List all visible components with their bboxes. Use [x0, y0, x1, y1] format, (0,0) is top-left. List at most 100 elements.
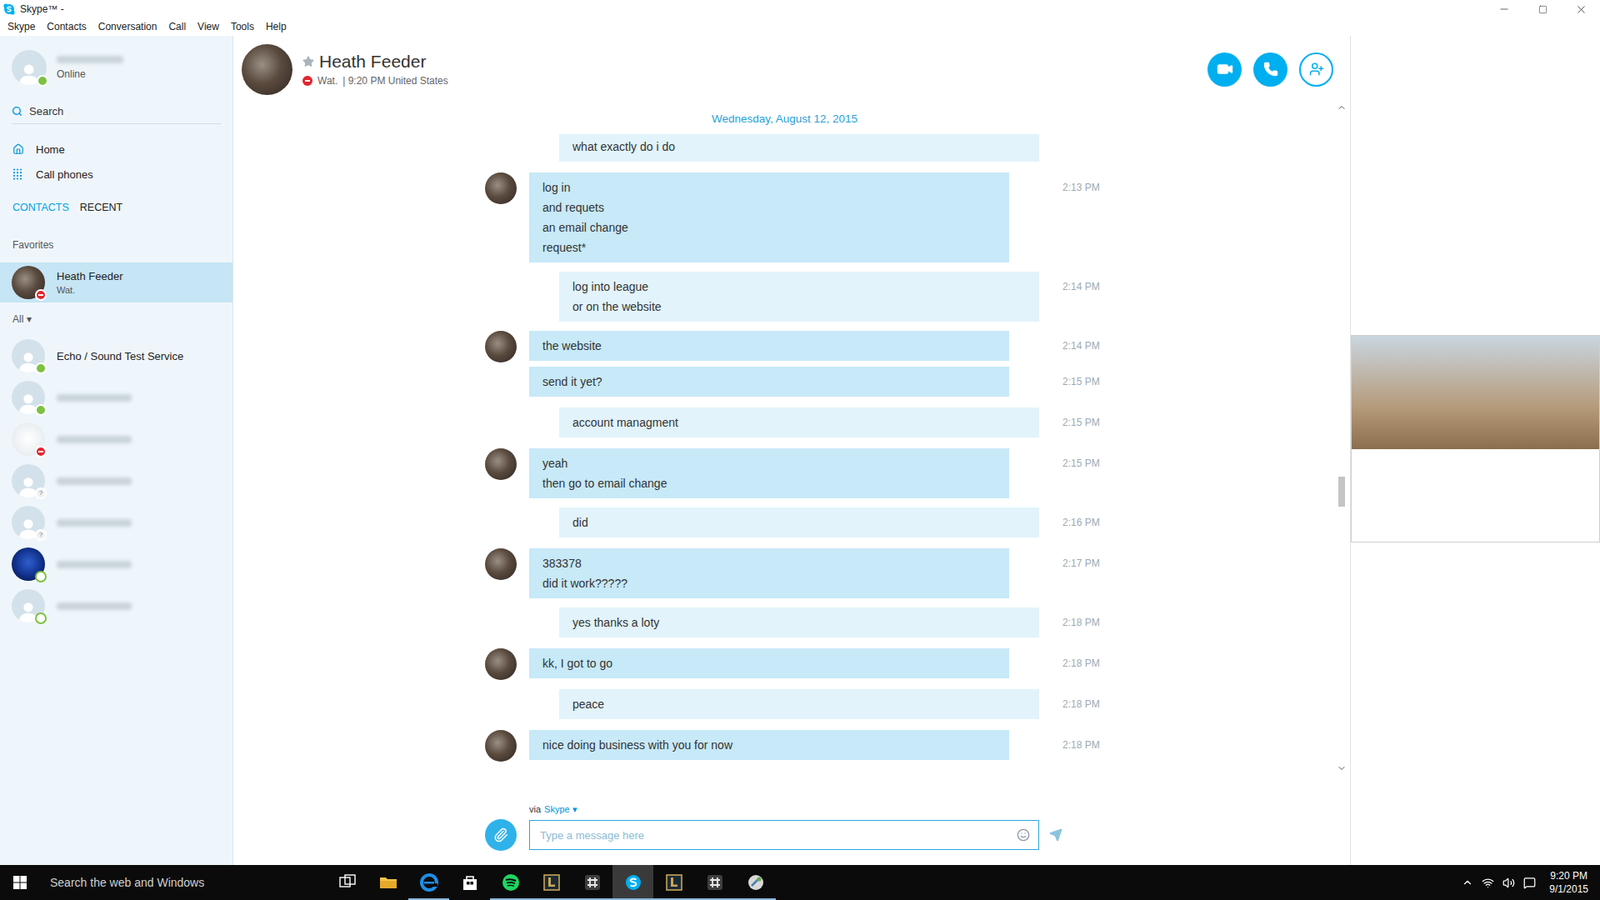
message-time: 2:18 PM — [1062, 689, 1100, 715]
taskbar-app[interactable] — [490, 865, 531, 900]
busy-icon — [302, 75, 313, 86]
add-person-icon — [1309, 61, 1325, 77]
contact-avatar — [11, 265, 45, 300]
nav-item[interactable]: Call phones — [0, 161, 233, 187]
volume-icon — [1502, 876, 1515, 890]
system-tray: 9:20 PM9/1/2015 — [1461, 869, 1600, 896]
incoming-message: send it yet? — [529, 366, 1010, 397]
tab[interactable]: RECENT — [80, 201, 123, 214]
taskbar-app[interactable] — [735, 865, 776, 900]
profile: Online — [0, 35, 233, 100]
contact-name: Echo / Sound Test Service — [56, 350, 184, 363]
taskbar-app[interactable] — [408, 865, 450, 900]
redacted-name — [56, 602, 132, 610]
presence-badge — [35, 362, 47, 375]
contact-row[interactable]: ? — [0, 501, 233, 544]
taskbar-app[interactable] — [367, 865, 409, 900]
message-row: send it yet?2:15 PM — [485, 366, 1336, 399]
store-icon — [460, 872, 480, 893]
attach-button[interactable] — [485, 819, 517, 851]
via-selector[interactable]: viaSkype ▾ — [529, 803, 1350, 815]
contact-avatar — [11, 339, 45, 373]
contact-tabs: CONTACTS RECENT — [0, 195, 233, 220]
message-time: 2:18 PM — [1062, 648, 1100, 674]
video-call-button[interactable] — [1207, 52, 1242, 87]
contact-row[interactable]: ? — [0, 460, 233, 502]
send-icon — [1049, 828, 1063, 842]
taskbar-search[interactable]: Search the web and Windows — [40, 865, 327, 900]
presence-badge — [35, 570, 47, 583]
message-input[interactable]: Type a message here — [529, 820, 1040, 850]
contact-avatar — [11, 547, 45, 581]
message-row: log inand requetsan email changerequest*… — [485, 172, 1336, 263]
taskbar-app[interactable] — [530, 865, 572, 900]
chat-header: Heath FeederWat.| 9:20 PM United States — [233, 35, 1350, 103]
message-row: nice doing business with you for now2:18… — [485, 730, 1336, 762]
presence-badge — [36, 75, 49, 87]
add-people-button[interactable] — [1299, 52, 1334, 87]
taskbar-app[interactable] — [694, 865, 735, 900]
search-field[interactable]: Search — [11, 99, 221, 125]
redacted-name — [56, 55, 124, 64]
send-button[interactable] — [1049, 828, 1063, 842]
message-time: 2:16 PM — [1062, 507, 1100, 533]
contact-list: Echo / Sound Test Service?? — [0, 335, 233, 627]
contact-row[interactable]: Echo / Sound Test Service — [0, 335, 233, 377]
presence-badge — [35, 612, 47, 625]
menu-item[interactable]: Skype — [1, 18, 41, 36]
restore-icon — [1538, 5, 1548, 15]
minimize-button[interactable] — [1485, 0, 1524, 19]
maximize-button[interactable] — [1523, 0, 1562, 19]
incoming-message: the website — [529, 330, 1010, 361]
date-divider: Wednesday, August 12, 2015 — [233, 102, 1336, 135]
start-button[interactable] — [0, 865, 40, 900]
menu-item[interactable]: Tools — [225, 18, 260, 36]
close-button[interactable] — [1561, 0, 1600, 19]
redacted-name — [56, 435, 132, 444]
favorite-star-icon — [302, 55, 315, 68]
scrollbar[interactable] — [1335, 102, 1348, 774]
incoming-message: yeahthen go to email change — [529, 448, 1010, 499]
ad-banner[interactable] — [1350, 335, 1600, 543]
menu-item[interactable]: Contacts — [40, 18, 92, 36]
tab[interactable]: CONTACTS — [12, 201, 70, 214]
menu-item[interactable]: View — [191, 18, 225, 36]
call-button[interactable] — [1253, 52, 1288, 87]
message-time: 2:14 PM — [1062, 271, 1100, 297]
taskbar-app[interactable] — [449, 865, 490, 900]
message-time: 2:15 PM — [1062, 448, 1100, 474]
nav-item[interactable]: Home — [0, 136, 233, 162]
taskbar-app[interactable] — [653, 865, 695, 900]
composer: viaSkype ▾ Type a message here — [233, 773, 1350, 865]
contact-row[interactable] — [0, 543, 233, 585]
contact-row[interactable] — [0, 418, 233, 460]
redacted-name — [56, 519, 132, 527]
clock[interactable]: 9:20 PM9/1/2015 — [1544, 869, 1594, 896]
menu-item[interactable]: Call — [162, 18, 192, 36]
message-time: 2:18 PM — [1062, 730, 1100, 755]
window-controls — [1485, 0, 1600, 19]
conversation: Heath FeederWat.| 9:20 PM United StatesW… — [233, 35, 1350, 865]
all-filter[interactable]: All ▾ — [0, 309, 233, 330]
menu-item[interactable]: Conversation — [92, 18, 164, 36]
taskbar-app[interactable] — [612, 865, 654, 900]
scroll-thumb[interactable] — [1338, 476, 1345, 507]
contact-row[interactable] — [0, 585, 233, 627]
presence-badge — [35, 445, 47, 458]
sender-avatar — [485, 172, 517, 205]
sender-avatar — [485, 448, 517, 480]
minimize-icon — [1498, 3, 1510, 15]
skype-logo-icon — [3, 3, 15, 15]
message-time: 2:18 PM — [1062, 607, 1100, 633]
edge-icon — [419, 872, 440, 893]
contact-row[interactable] — [0, 376, 233, 419]
avatar-image — [485, 548, 517, 580]
taskbar-app[interactable] — [326, 865, 368, 900]
taskbar-app[interactable] — [571, 865, 613, 900]
contact-row[interactable]: Heath FeederWat. — [0, 262, 233, 303]
redacted-name — [56, 394, 132, 402]
outgoing-message: log into leagueor on the website — [559, 271, 1040, 322]
ad-rail — [1350, 35, 1600, 865]
slack-icon — [705, 872, 725, 893]
menu-item[interactable]: Help — [260, 18, 293, 36]
